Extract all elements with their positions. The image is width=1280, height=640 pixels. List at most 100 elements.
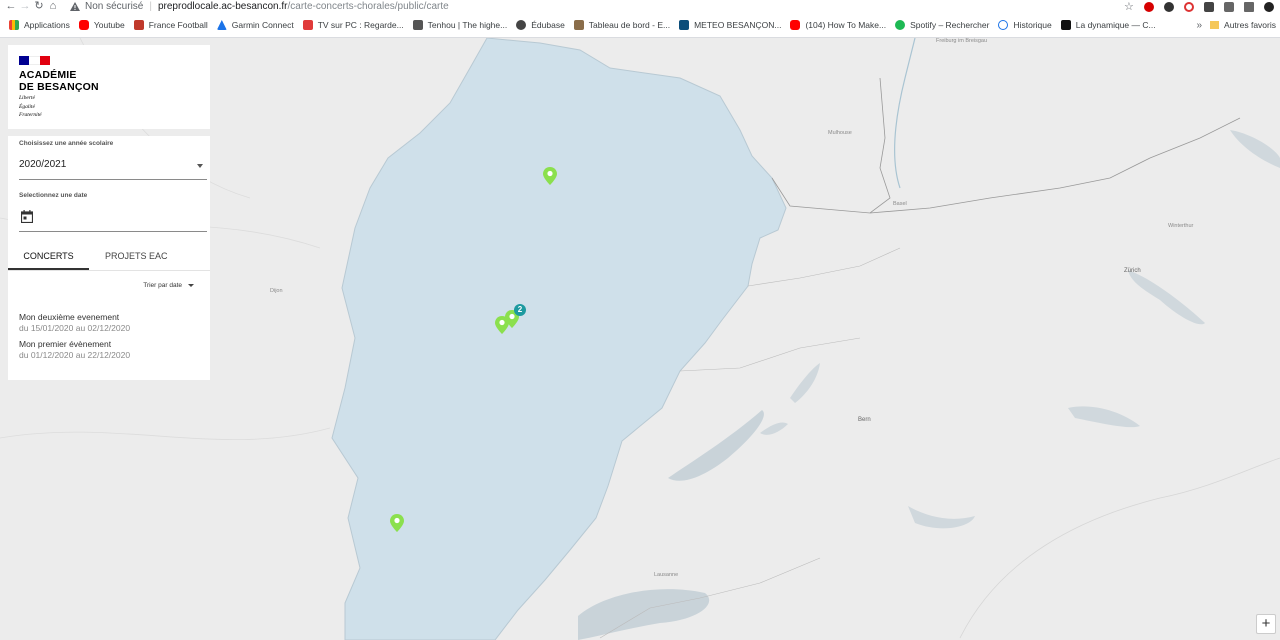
url-path: /carte-concerts-chorales/public/carte: [287, 1, 449, 12]
academy-logo-card: ACADÉMIE DE BESANÇON Liberté Égalité Fra…: [8, 45, 210, 129]
meteo-icon: [679, 20, 690, 30]
warning-icon: [70, 2, 80, 11]
date-picker[interactable]: [19, 208, 207, 232]
media-icon[interactable]: [1244, 1, 1254, 12]
bookmark-label: Historique: [1013, 20, 1052, 30]
bookmark-garmin[interactable]: Garmin Connect: [216, 20, 294, 30]
spotify-icon: [895, 20, 906, 30]
event-item[interactable]: Mon deuxième evenement du 15/01/2020 au …: [19, 312, 130, 334]
bookmark-label: Youtube: [93, 20, 125, 30]
bookmark-france-football[interactable]: France Football: [133, 20, 208, 30]
place-label: Freiburg im Breisgau: [936, 38, 988, 44]
concert-marker[interactable]: [495, 316, 509, 334]
forward-icon[interactable]: →: [18, 0, 32, 13]
france-football-icon: [133, 20, 144, 30]
opera-extension-icon[interactable]: [1144, 1, 1154, 12]
place-label: Bern: [858, 417, 871, 423]
school-year-value: 2020/2021: [19, 159, 67, 170]
date-label: Selectionnez une date: [19, 192, 88, 199]
bookmark-edubase[interactable]: Édubase: [516, 20, 565, 30]
bookmark-label: France Football: [148, 20, 208, 30]
event-item[interactable]: Mon premier évènement du 01/12/2020 au 2…: [19, 339, 130, 361]
calendar-icon[interactable]: [21, 210, 33, 223]
evernote-extension-icon[interactable]: [1204, 1, 1214, 12]
tv-icon: [302, 20, 313, 30]
bookmark-label: Tenhou | The highe...: [427, 20, 508, 30]
reload-icon[interactable]: ↻: [32, 0, 46, 13]
zoom-in-button[interactable]: +: [1256, 614, 1276, 634]
chevron-down-icon: [197, 164, 203, 168]
tab-concerts[interactable]: CONCERTS: [8, 242, 89, 270]
chevron-down-icon: [188, 284, 194, 287]
filter-panel: Choisissez une année scolaire 2020/2021 …: [8, 136, 210, 380]
marker-cluster[interactable]: 2: [514, 304, 526, 316]
bookmark-dynamique[interactable]: La dynamique — C...: [1060, 20, 1156, 30]
place-label: Mulhouse: [828, 130, 852, 136]
year-label: Choisissez une année scolaire: [19, 140, 114, 147]
sort-dropdown[interactable]: Trier par date: [143, 282, 194, 289]
motto-egalite: Égalité: [19, 103, 35, 110]
tableau-icon: [573, 20, 584, 30]
bookmark-star-icon[interactable]: ☆: [1124, 1, 1134, 12]
place-label: Winterthur: [1168, 223, 1194, 229]
youtube-icon: [78, 20, 89, 30]
concert-marker[interactable]: [543, 167, 557, 185]
address-bar[interactable]: Non sécurisé | preprodlocale.ac-besancon…: [70, 0, 1124, 13]
event-dates: du 15/01/2020 au 02/12/2020: [19, 323, 131, 333]
motto-fraternite: Fraternité: [19, 112, 42, 118]
record-extension-icon[interactable]: [1184, 1, 1194, 12]
bookmarks-bar: Applications Youtube France Football Gar…: [0, 13, 1280, 38]
history-icon: [998, 20, 1009, 30]
other-bookmarks-folder[interactable]: Autres favoris: [1210, 20, 1276, 30]
extensions: ☆: [1124, 1, 1274, 12]
bookmark-youtube[interactable]: Youtube: [78, 20, 125, 30]
concert-marker[interactable]: [390, 514, 404, 532]
place-label: Dijon: [270, 288, 283, 294]
event-title: Mon premier évènement: [19, 339, 112, 349]
avatar[interactable]: [1264, 1, 1274, 12]
tab-projets-eac[interactable]: PROJETS EAC: [89, 242, 180, 270]
bookmark-tv[interactable]: TV sur PC : Regarde...: [302, 20, 404, 30]
puzzle-icon[interactable]: [1224, 1, 1234, 12]
bookmark-tenhou[interactable]: Tenhou | The highe...: [412, 20, 508, 30]
place-label: Lausanne: [654, 572, 679, 578]
school-year-select[interactable]: 2020/2021: [19, 152, 207, 180]
bookmark-label: Tableau de bord - E...: [588, 20, 671, 30]
bookmark-tableau[interactable]: Tableau de bord - E...: [573, 20, 671, 30]
bookmark-label: TV sur PC : Regarde...: [317, 20, 404, 30]
bookmark-label: Spotify – Rechercher: [910, 20, 990, 30]
bookmark-label: METEO BESANÇON...: [694, 20, 782, 30]
url-host: preprodlocale.ac-besancon.fr: [157, 1, 288, 12]
academy-name-line2: DE BESANÇON: [19, 81, 99, 93]
bookmarks-overflow-button[interactable]: »: [1196, 20, 1202, 31]
address-separator: |: [149, 1, 152, 12]
bookmark-meteo[interactable]: METEO BESANÇON...: [679, 20, 781, 30]
event-title: Mon deuxième evenement: [19, 312, 120, 322]
dynamique-icon: [1060, 20, 1071, 30]
folder-label: Autres favoris: [1224, 20, 1276, 30]
youtube-icon: [790, 20, 801, 30]
tab-bar: CONCERTS PROJETS EAC: [8, 242, 210, 271]
bookmark-label: (104) How To Make...: [805, 20, 887, 30]
bookmark-spotify[interactable]: Spotify – Rechercher: [895, 20, 989, 30]
browser-toolbar: ← → ↻ ⌂ Non sécurisé | preprodlocale.ac-…: [0, 0, 1280, 13]
home-icon[interactable]: ⌂: [46, 0, 60, 13]
bookmark-apps[interactable]: Applications: [9, 20, 70, 30]
bookmark-label: Édubase: [531, 20, 565, 30]
place-label: Basel: [893, 201, 907, 207]
bookmark-label: La dynamique — C...: [1075, 20, 1156, 30]
garmin-icon: [216, 20, 227, 30]
sort-label: Trier par date: [143, 282, 182, 289]
folder-icon: [1210, 21, 1220, 29]
motto-liberte: Liberté: [19, 95, 35, 101]
bookmark-label: Garmin Connect: [231, 20, 294, 30]
academy-name-line1: ACADÉMIE: [19, 69, 77, 81]
apps-grid-icon: [9, 20, 19, 30]
place-label: Zürich: [1124, 268, 1141, 274]
bookmark-label: Applications: [24, 20, 70, 30]
back-icon[interactable]: ←: [4, 0, 18, 13]
bookmark-historique[interactable]: Historique: [998, 20, 1052, 30]
extension-icon[interactable]: [1164, 1, 1174, 12]
globe-icon: [516, 20, 527, 30]
bookmark-youtube-2[interactable]: (104) How To Make...: [790, 20, 886, 30]
